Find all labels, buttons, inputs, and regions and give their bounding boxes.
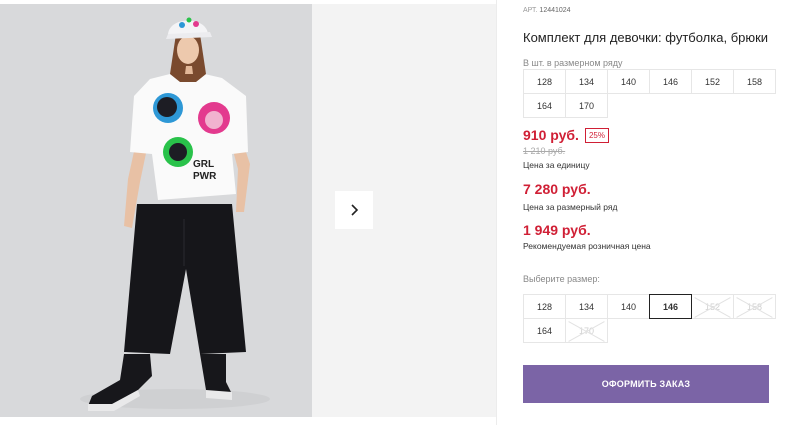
place-order-button[interactable]: ОФОРМИТЬ ЗАКАЗ — [523, 365, 769, 403]
size-row-item: 170 — [565, 93, 608, 118]
size-row-item: 164 — [523, 93, 566, 118]
rrp-price-caption: Рекомендуемая розничная цена — [523, 241, 651, 251]
unit-price-caption: Цена за единицу — [523, 160, 590, 170]
size-option-170: 170 — [565, 318, 608, 343]
old-price: 1 210 руб. — [523, 146, 566, 156]
product-sku: АРТ. 12441024 — [523, 7, 571, 14]
size-row-item: 140 — [607, 69, 650, 94]
size-option-146[interactable]: 146 — [649, 294, 692, 319]
size-picker: 128 134 140 146 152 158 164 170 — [523, 294, 776, 343]
size-row-item: 134 — [565, 69, 608, 94]
rrp-price: 1 949 руб. — [523, 222, 591, 238]
size-option-152: 152 — [691, 294, 734, 319]
gallery-divider — [496, 0, 497, 425]
size-row-caption: В шт. в размерном ряду — [523, 58, 623, 68]
chevron-right-icon — [351, 204, 359, 216]
discount-badge: 25% — [584, 127, 609, 143]
gallery-next-button[interactable] — [335, 191, 373, 229]
unit-price-row: 910 руб. 25% — [523, 127, 609, 143]
size-row-item: 146 — [649, 69, 692, 94]
size-option-134[interactable]: 134 — [565, 294, 608, 319]
size-row-grid: 128 134 140 146 152 158 164 170 — [523, 69, 776, 118]
sku-label: АРТ. — [523, 7, 538, 14]
size-option-140[interactable]: 140 — [607, 294, 650, 319]
row-price: 7 280 руб. — [523, 181, 591, 197]
row-price-caption: Цена за размерный ряд — [523, 202, 618, 212]
size-row-item: 152 — [691, 69, 734, 94]
print-text-line1: GRL — [193, 159, 214, 170]
size-option-164[interactable]: 164 — [523, 318, 566, 343]
size-option-158: 158 — [733, 294, 776, 319]
product-gallery: GRL PWR — [0, 0, 496, 425]
sku-value: 12441024 — [539, 7, 571, 14]
product-title: Комплект для девочки: футболка, брюки — [523, 30, 769, 45]
size-option-128[interactable]: 128 — [523, 294, 566, 319]
size-row-item: 158 — [733, 69, 776, 94]
product-photo-illustration: GRL PWR — [0, 4, 312, 417]
unit-price: 910 руб. — [523, 127, 579, 143]
choose-size-caption: Выберите размер: — [523, 274, 600, 284]
print-text-line2: PWR — [193, 171, 217, 182]
product-photo[interactable]: GRL PWR — [0, 4, 312, 417]
size-row-item: 128 — [523, 69, 566, 94]
